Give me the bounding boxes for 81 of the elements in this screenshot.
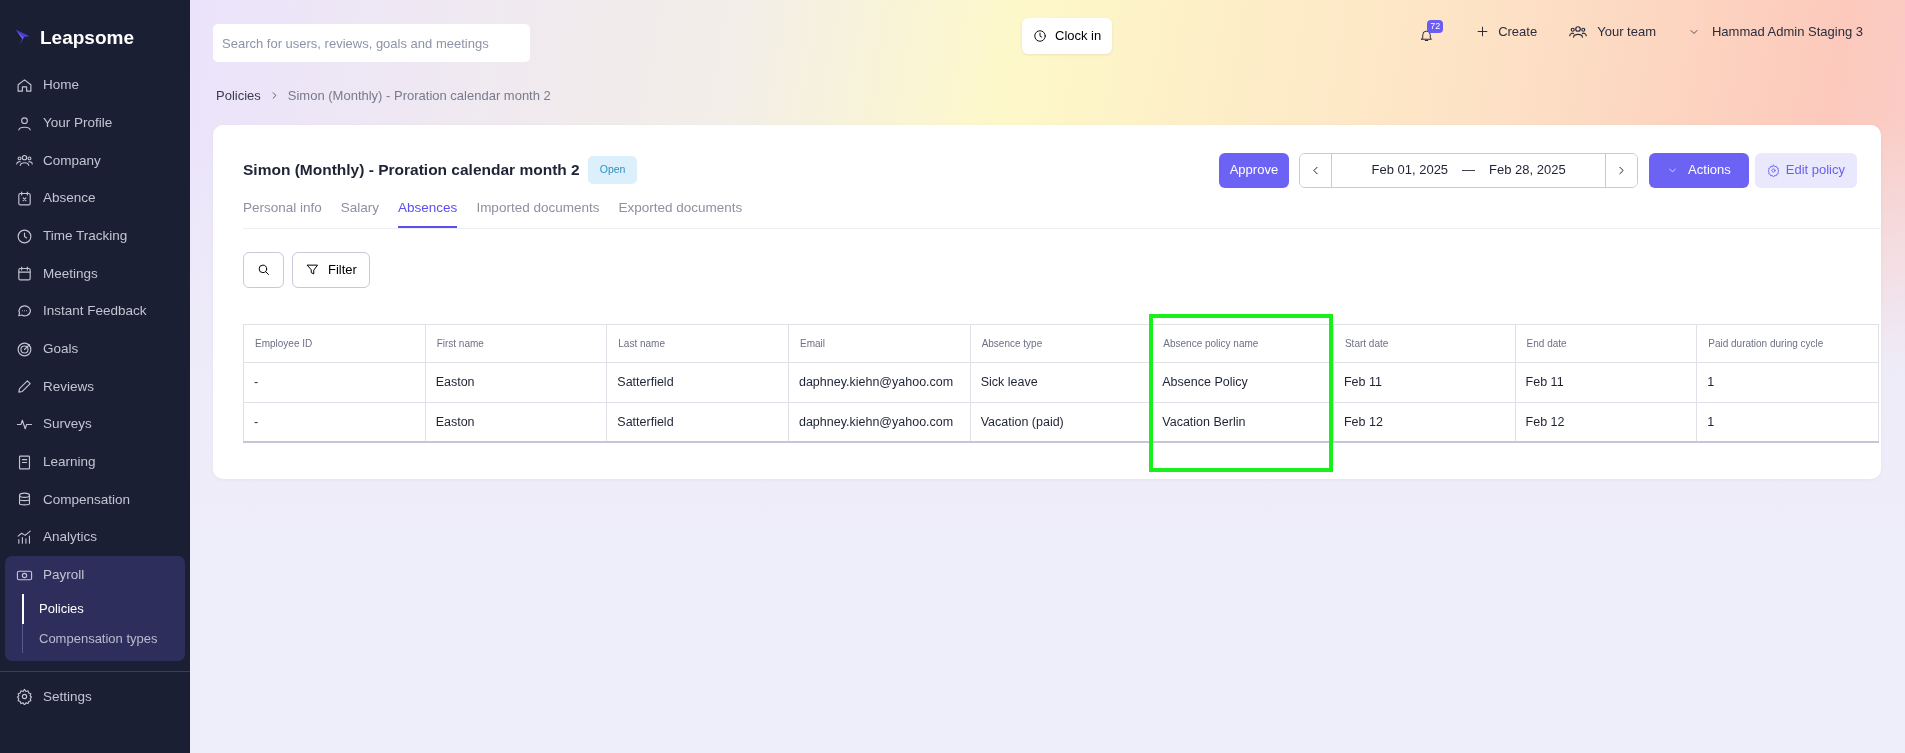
table-cell: Feb 11 [1515, 362, 1697, 403]
sidebar-item[interactable]: Surveys [5, 405, 185, 444]
clock-icon [16, 227, 33, 245]
logo-text: Leapsome [40, 26, 134, 50]
column-header: First name [425, 324, 607, 363]
create-button[interactable]: Create [1475, 21, 1538, 42]
table-cell: Feb 12 [1333, 402, 1516, 443]
notifications-button[interactable]: 72 [1419, 20, 1444, 43]
target-icon [16, 340, 33, 358]
sidebar-item[interactable]: Time Tracking [5, 217, 185, 255]
edit-policy-button[interactable]: Edit policy [1754, 152, 1857, 188]
table-cell: daphney.kiehn@yahoo.com [788, 362, 971, 403]
notification-count-badge: 72 [1427, 20, 1444, 33]
sidebar-item[interactable]: Home [5, 66, 185, 105]
table-cell: - [243, 402, 426, 443]
status-badge: Open [587, 156, 638, 184]
sidebar-item[interactable]: Analytics [5, 518, 185, 557]
house-icon [16, 76, 33, 94]
date-range-picker[interactable]: Feb 01, 2025 — Feb 28, 2025 [1299, 152, 1639, 188]
table-cell: - [243, 362, 426, 403]
tab[interactable]: Absences [398, 193, 458, 228]
your-team-button[interactable]: Your team [1569, 21, 1656, 42]
sidebar-item[interactable]: Compensation [5, 481, 185, 519]
sidebar-item[interactable]: Instant Feedback [5, 292, 185, 331]
book-icon [16, 453, 33, 471]
sidebar-item[interactable]: Meetings [5, 254, 185, 293]
plus-icon [1475, 24, 1491, 39]
calendar-x-icon [16, 189, 33, 207]
actions-button[interactable]: Actions [1649, 152, 1749, 188]
breadcrumb-link[interactable]: Policies [216, 86, 261, 106]
column-header: Paid duration during cycle [1696, 324, 1879, 363]
sidebar-item[interactable]: Absence [5, 179, 185, 218]
table-cell: daphney.kiehn@yahoo.com [788, 402, 971, 443]
sidebar-item[interactable]: Learning [5, 443, 185, 482]
search-button[interactable] [243, 251, 284, 288]
approve-button[interactable]: Approve [1218, 152, 1290, 188]
start-date: Feb 01, 2025 [1371, 161, 1449, 180]
pencil-icon [16, 378, 33, 396]
sidebar-item[interactable]: Settings [5, 678, 185, 716]
table-cell: Easton [425, 362, 607, 403]
column-header: Email [788, 324, 971, 363]
table-cell: Vacation (paid) [970, 402, 1152, 443]
column-header: Last name [606, 324, 789, 363]
table-cell: 1 [1696, 362, 1879, 403]
clock-in-button[interactable]: Clock in [1022, 18, 1113, 54]
end-date: Feb 28, 2025 [1489, 161, 1566, 180]
table-cell: Feb 12 [1515, 402, 1697, 443]
user-menu-button[interactable]: Hammad Admin Staging 3 [1687, 21, 1863, 42]
sidebar-subitem[interactable]: Compensation types [22, 623, 185, 654]
sidebar-subitem[interactable]: Policies [22, 594, 185, 624]
table-cell: Satterfield [606, 362, 789, 403]
bar-chart-icon [16, 529, 33, 547]
sidebar-item[interactable]: Reviews [5, 368, 185, 406]
sidebar-item[interactable]: Payroll [5, 556, 185, 595]
sidebar-item[interactable]: Your Profile [5, 104, 185, 142]
bell-icon [1419, 28, 1435, 43]
sidebar-item[interactable]: Company [5, 141, 185, 180]
table-cell: Absence Policy [1151, 362, 1334, 403]
table-cell: Feb 11 [1333, 362, 1516, 403]
calendar-icon [16, 265, 33, 283]
person-icon [16, 114, 33, 132]
column-header: Employee ID [243, 324, 426, 363]
search-icon [256, 262, 271, 278]
gear-icon [1766, 163, 1780, 177]
search-field[interactable]: Search for users, reviews, goals and meetings [213, 24, 530, 62]
column-header: Absence type [970, 324, 1152, 363]
range-dash: — [1462, 161, 1476, 180]
table-cell: Sick leave [970, 362, 1152, 403]
column-header: Start date [1333, 324, 1516, 363]
table-cell: Vacation Berlin [1151, 402, 1334, 443]
filter-button[interactable]: Filter [292, 251, 370, 288]
column-header: End date [1515, 324, 1697, 363]
table-cell: Easton [425, 402, 607, 443]
table-cell: Satterfield [606, 402, 789, 443]
column-header: Absence policy name [1151, 324, 1334, 363]
table-cell: 1 [1696, 402, 1879, 443]
sidebar-item[interactable]: Goals [5, 330, 185, 368]
clock-icon [1033, 29, 1047, 43]
policy-title: Simon (Monthly) - Proration calendar month 2 [243, 160, 580, 180]
breadcrumb-current: Simon (Monthly) - Proration calendar month 2 [287, 87, 551, 105]
settings-icon [16, 688, 33, 706]
